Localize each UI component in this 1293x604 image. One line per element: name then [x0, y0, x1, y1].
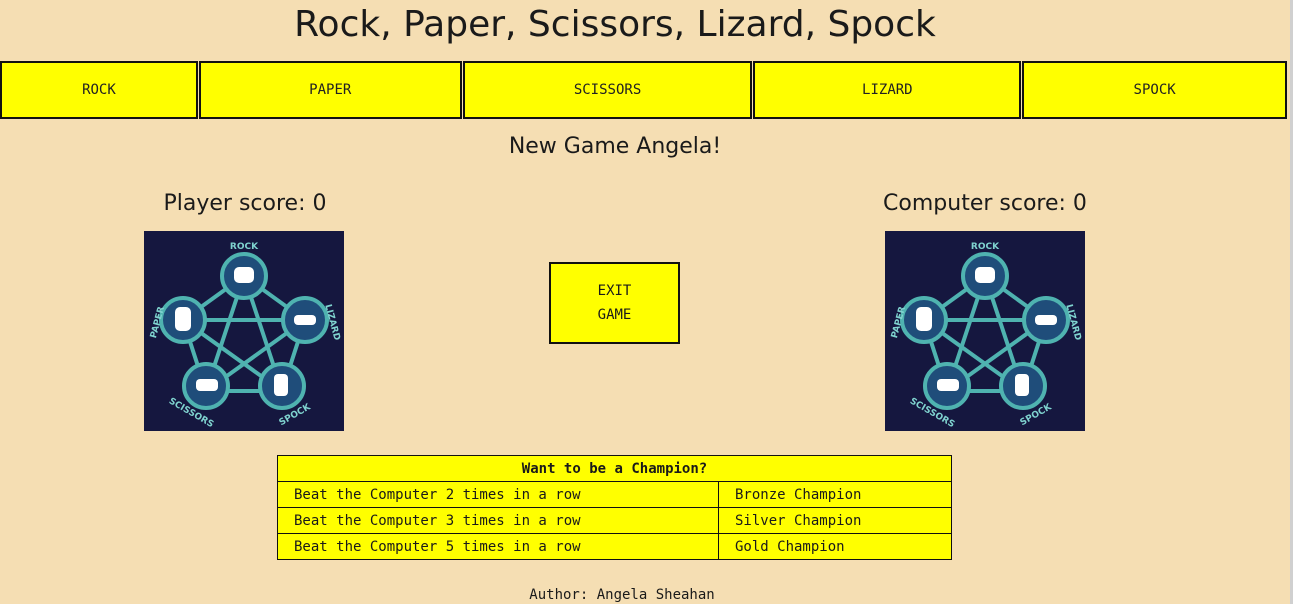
- exit-game-button[interactable]: EXIT GAME: [549, 262, 680, 344]
- paper-button[interactable]: PAPER: [198, 61, 462, 119]
- exit-line2: GAME: [597, 307, 632, 323]
- spock-button[interactable]: SPOCK: [1022, 61, 1288, 119]
- table-row: Beat the Computer 3 times in a row Silve…: [277, 507, 952, 534]
- player-score: Player score: 0: [163, 191, 327, 216]
- scissors-button[interactable]: SCISSORS: [462, 61, 753, 119]
- table-row: Beat the Computer 2 times in a row Bronz…: [277, 481, 952, 508]
- champion-table: Want to be a Champion? Beat the Computer…: [277, 455, 952, 560]
- svg-text:ROCK: ROCK: [971, 242, 1000, 252]
- condition-cell: Beat the Computer 3 times in a row: [277, 507, 719, 534]
- exit-line1: EXIT: [597, 283, 632, 299]
- rpsls-diagram: ROCK LIZARD SPOCK SCISSORS PAPER: [890, 242, 1083, 430]
- award-cell: Silver Champion: [718, 507, 952, 534]
- rpsls-diagram: ROCK LIZARD SPOCK SCISSORS PAPER: [149, 242, 342, 430]
- computer-choice-image: ROCK LIZARD SPOCK SCISSORS PAPER: [885, 231, 1085, 431]
- lizard-button[interactable]: LIZARD: [753, 61, 1022, 119]
- player-choice-image: ROCK LIZARD SPOCK SCISSORS PAPER: [144, 231, 344, 431]
- greeting-message: New Game Angela!: [508, 134, 722, 159]
- author-credit: Author: Angela Sheahan: [529, 587, 715, 603]
- condition-cell: Beat the Computer 5 times in a row: [277, 533, 719, 560]
- champion-table-header: Want to be a Champion?: [277, 455, 952, 482]
- award-cell: Bronze Champion: [718, 481, 952, 508]
- computer-score: Computer score: 0: [883, 191, 1087, 216]
- svg-text:ROCK: ROCK: [230, 242, 259, 252]
- condition-cell: Beat the Computer 2 times in a row: [277, 481, 719, 508]
- rock-button[interactable]: ROCK: [0, 61, 198, 119]
- table-row: Beat the Computer 5 times in a row Gold …: [277, 533, 952, 560]
- choice-nav: ROCK PAPER SCISSORS LIZARD SPOCK: [0, 61, 1288, 119]
- page-title: Rock, Paper, Scissors, Lizard, Spock: [294, 4, 936, 45]
- award-cell: Gold Champion: [718, 533, 952, 560]
